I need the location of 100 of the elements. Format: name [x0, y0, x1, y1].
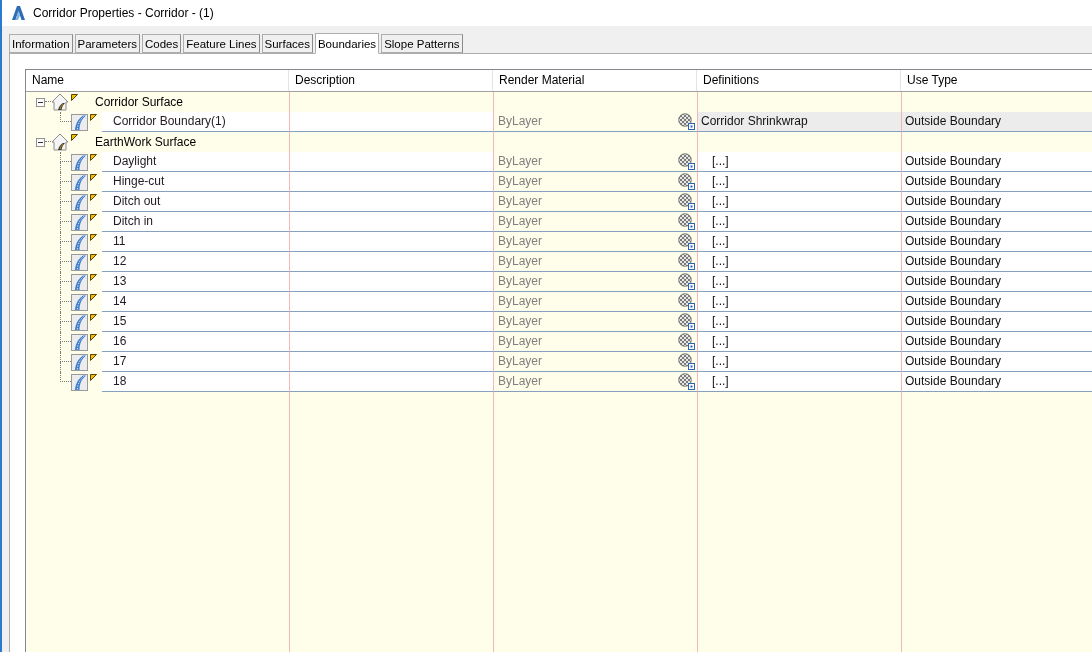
table-cell: Outside Boundary [901, 332, 1092, 352]
table-cell: 17 [102, 352, 289, 372]
material-name: ByLayer [498, 213, 543, 230]
material-name: ByLayer [498, 233, 543, 250]
table-cell: 18 [102, 372, 289, 392]
corner-flag-icon [90, 214, 97, 221]
road-tile-icon [71, 333, 88, 351]
material-name: ByLayer [498, 293, 543, 310]
tab[interactable]: Boundaries [314, 33, 380, 54]
material-name: ByLayer [498, 173, 543, 190]
collapse-toggle[interactable] [36, 97, 45, 107]
ellipsis-button[interactable]: [...] [712, 153, 729, 170]
app-logo-icon [12, 6, 25, 20]
material-sphere-icon [678, 173, 695, 190]
ellipsis-button[interactable]: [...] [712, 193, 729, 210]
ellipsis-button[interactable]: [...] [712, 253, 729, 270]
column-header[interactable]: Definitions [697, 70, 901, 91]
material-name: ByLayer [498, 113, 543, 130]
corner-flag-icon [71, 134, 78, 141]
road-tile-icon [71, 213, 88, 231]
corner-flag-icon [90, 354, 97, 361]
tab[interactable]: Slope Patterns [381, 34, 463, 53]
material-name: ByLayer [498, 373, 543, 390]
ellipsis-button[interactable]: [...] [712, 373, 729, 390]
column-header[interactable]: Render Material [493, 70, 697, 91]
material-name: ByLayer [498, 273, 543, 290]
ellipsis-button[interactable]: [...] [712, 293, 729, 310]
material-sphere-icon [678, 333, 695, 350]
material-sphere-icon [678, 313, 695, 330]
table-cell: Outside Boundary [901, 152, 1092, 172]
table-cell: Ditch out [102, 192, 289, 212]
table-cell: 12 [102, 252, 289, 272]
table-cell: Outside Boundary [901, 352, 1092, 372]
material-sphere-icon [678, 233, 695, 250]
corner-flag-icon [90, 314, 97, 321]
road-tile-icon [71, 193, 88, 211]
table-cell: Corridor Boundary(1) [102, 112, 289, 132]
table-cell: Outside Boundary [901, 232, 1092, 252]
corner-flag-icon [90, 274, 97, 281]
tab[interactable]: Information [9, 34, 73, 53]
material-sphere-icon [678, 153, 695, 170]
material-sphere-icon [678, 373, 695, 390]
column-header[interactable]: Use Type [901, 70, 1092, 91]
table-cell: Outside Boundary [901, 372, 1092, 392]
material-sphere-icon [678, 113, 695, 130]
material-name: ByLayer [498, 153, 543, 170]
column-header[interactable]: Name [26, 70, 289, 91]
table-cell: Outside Boundary [901, 292, 1092, 312]
tab[interactable]: Codes [141, 34, 182, 53]
table-cell: Outside Boundary [901, 312, 1092, 332]
table-cell: 11 [102, 232, 289, 252]
ellipsis-button[interactable]: [...] [712, 233, 729, 250]
material-sphere-icon [678, 193, 695, 210]
material-sphere-icon [678, 273, 695, 290]
material-sphere-icon [678, 253, 695, 270]
table-cell: Corridor Shrinkwrap [697, 112, 901, 132]
corner-flag-icon [90, 174, 97, 181]
table-cell: Hinge-cut [102, 172, 289, 192]
road-tile-icon [71, 293, 88, 311]
corner-flag-icon [90, 374, 97, 381]
ellipsis-button[interactable]: [...] [712, 273, 729, 290]
ellipsis-button[interactable]: [...] [712, 313, 729, 330]
material-name: ByLayer [498, 333, 543, 350]
table-cell: 13 [102, 272, 289, 292]
corner-flag-icon [71, 94, 78, 101]
table-cell: Ditch in [102, 212, 289, 232]
table-cell: Outside Boundary [901, 192, 1092, 212]
material-sphere-icon [678, 213, 695, 230]
ellipsis-button[interactable]: [...] [712, 173, 729, 190]
road-tile-icon [71, 273, 88, 291]
table-cell: Outside Boundary [901, 112, 1092, 132]
tab[interactable]: Parameters [74, 34, 140, 53]
road-tile-icon [71, 353, 88, 371]
surface-house-icon [51, 133, 69, 151]
corner-flag-icon [90, 154, 97, 161]
column-header[interactable]: Description [289, 70, 493, 91]
material-name: ByLayer [498, 313, 543, 330]
corner-flag-icon [90, 114, 97, 121]
material-name: ByLayer [498, 253, 543, 270]
tree-group-label[interactable]: Corridor Surface [95, 92, 184, 112]
material-name: ByLayer [498, 193, 543, 210]
road-tile-icon [71, 253, 88, 271]
table-cell: Daylight [102, 152, 289, 172]
road-tile-icon [71, 173, 88, 191]
corner-flag-icon [90, 334, 97, 341]
collapse-toggle[interactable] [36, 137, 45, 147]
tab[interactable]: Surfaces [261, 34, 313, 53]
corner-flag-icon [90, 234, 97, 241]
road-tile-icon [71, 113, 88, 131]
table-cell: Outside Boundary [901, 252, 1092, 272]
table-cell: Outside Boundary [901, 212, 1092, 232]
ellipsis-button[interactable]: [...] [712, 353, 729, 370]
material-sphere-icon [678, 353, 695, 370]
corner-flag-icon [90, 194, 97, 201]
material-sphere-icon [678, 293, 695, 310]
ellipsis-button[interactable]: [...] [712, 213, 729, 230]
surface-house-icon [51, 93, 69, 111]
tab[interactable]: Feature Lines [183, 34, 260, 53]
ellipsis-button[interactable]: [...] [712, 333, 729, 350]
tree-group-label[interactable]: EarthWork Surface [95, 132, 197, 152]
